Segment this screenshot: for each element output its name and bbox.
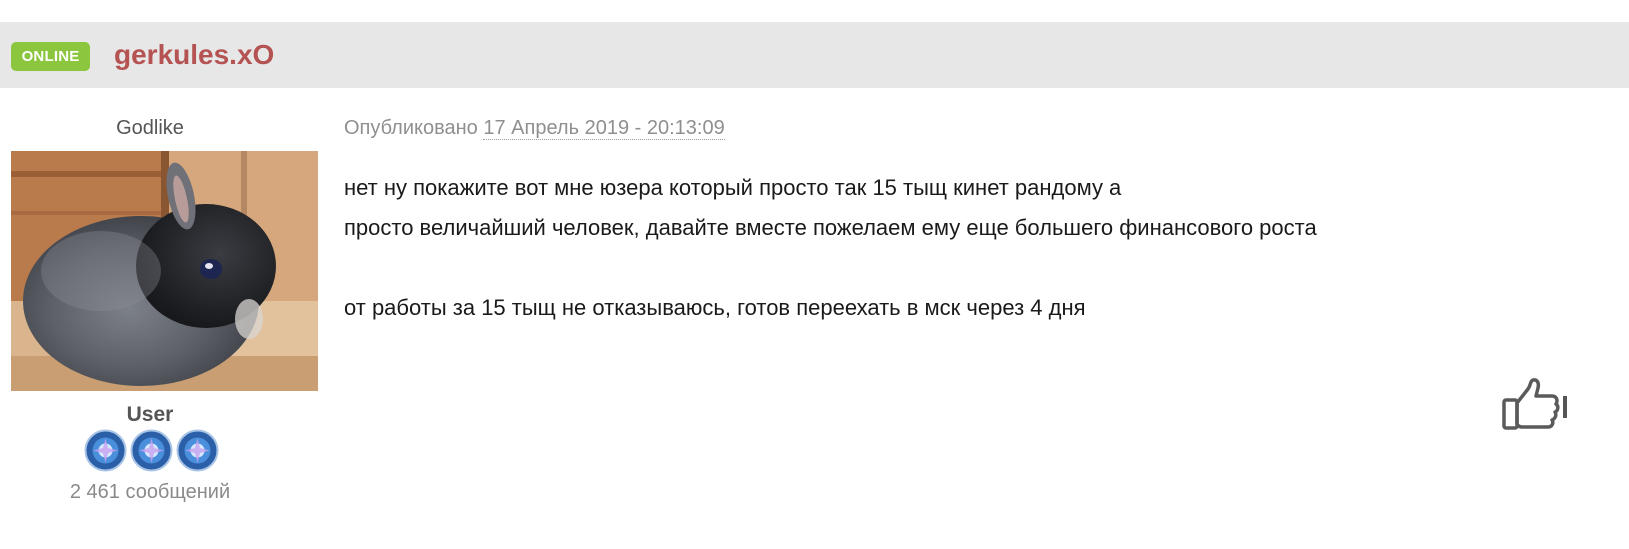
post-date-link[interactable]: 17 Апрель 2019 - 20:13:09: [483, 117, 725, 140]
post-line: нет ну покажите вот мне юзера который пр…: [344, 175, 1122, 200]
author-name-link[interactable]: gerkules.xO: [114, 37, 274, 73]
post-line-blank: [344, 248, 1317, 288]
rank-pips: [84, 429, 224, 473]
user-title: Godlike: [116, 117, 184, 139]
online-status-badge: ONLINE: [11, 42, 90, 71]
post-count: 2 461 сообщений: [69, 481, 231, 503]
rabbit-avatar[interactable]: [11, 151, 318, 391]
rank-pip-icon: [84, 429, 127, 472]
post-line: просто величайший человек, давайте вмест…: [344, 215, 1317, 240]
rank-pip-icon: [130, 429, 173, 472]
like-button[interactable]: [1500, 376, 1562, 432]
member-group: User: [126, 403, 174, 426]
post-line: от работы за 15 тыщ не отказываюсь, гото…: [344, 295, 1086, 320]
post-body: нет ну покажите вот мне юзера который пр…: [344, 168, 1317, 328]
like-count-edge: [1563, 396, 1567, 418]
published-label: Опубликовано: [344, 117, 478, 139]
post-meta: Опубликовано 17 Апрель 2019 - 20:13:09: [344, 116, 725, 140]
page-top-spacer: [0, 0, 1629, 22]
rank-pip-icon: [176, 429, 219, 472]
thumbs-up-icon: [1502, 378, 1560, 430]
